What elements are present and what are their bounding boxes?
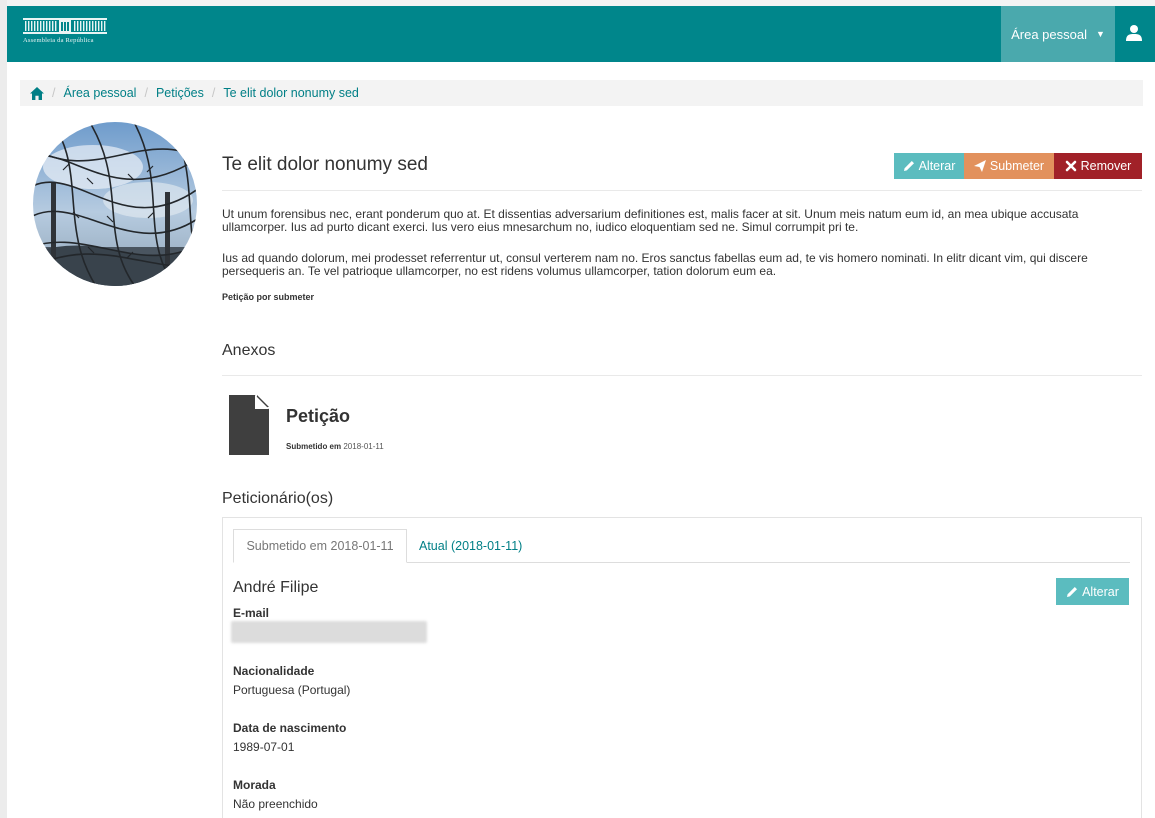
address-label: Morada <box>233 778 276 792</box>
address-value: Não preenchido <box>233 797 318 811</box>
birthdate-label: Data de nascimento <box>233 721 347 735</box>
petition-title: Te elit dolor nonumy sed <box>222 154 428 175</box>
close-icon <box>1065 160 1076 172</box>
nationality-value: Portuguesa (Portugal) <box>233 683 351 697</box>
breadcrumb-separator: / <box>144 86 148 100</box>
attachments-heading: Anexos <box>222 342 276 359</box>
petition-paragraph-2: Ius ad quando dolorum, mei prodesset ref… <box>222 251 1088 278</box>
breadcrumb-separator: / <box>52 86 56 100</box>
birthdate-value: 1989-07-01 <box>233 740 295 754</box>
logo-text: Assembleia da República <box>23 37 94 44</box>
edit-petition-button[interactable]: Alterar <box>894 153 964 179</box>
tab-current[interactable]: Atual (2018-01-11) <box>419 529 522 563</box>
file-icon[interactable] <box>229 395 269 455</box>
petitioner-name: André Filipe <box>233 579 319 596</box>
petition-paragraph-1: Ut unum forensibus nec, erant ponderum q… <box>222 207 1079 234</box>
edit-petitioner-button[interactable]: Alterar <box>1056 578 1129 605</box>
attachment-meta-date: 2018-01-11 <box>343 442 384 451</box>
petitioners-heading: Peticionário(os) <box>222 490 334 507</box>
breadcrumb-link-personal-area[interactable]: Área pessoal <box>63 86 136 100</box>
caret-down-icon: ▼ <box>1095 29 1105 39</box>
attachment-meta: Submetido em 2018-01-11 <box>286 442 384 451</box>
parliament-building-icon <box>23 18 107 34</box>
home-icon[interactable] <box>30 86 44 100</box>
title-divider <box>222 190 1142 191</box>
window-left-edge <box>0 0 7 818</box>
pencil-icon <box>903 161 914 171</box>
submit-petition-label: Submeter <box>989 159 1045 173</box>
nationality-label: Nacionalidade <box>233 664 315 678</box>
remove-petition-button[interactable]: Remover <box>1054 153 1142 179</box>
email-value-redacted <box>231 621 427 643</box>
breadcrumb-separator: / <box>211 86 216 100</box>
pencil-icon <box>1067 586 1078 597</box>
personal-area-dropdown[interactable]: Área pessoal ▼ <box>1001 6 1115 62</box>
personal-area-label: Área pessoal <box>1011 26 1087 42</box>
tab-submitted[interactable]: Submetido em 2018-01-11 <box>233 529 407 563</box>
breadcrumb-current-petition[interactable]: Te elit dolor nonumy sed <box>223 86 359 100</box>
email-label: E-mail <box>233 606 270 620</box>
breadcrumb-link-petitions[interactable]: Petições <box>156 86 204 100</box>
breadcrumb: / Área pessoal / Petições / Te elit dolo… <box>20 80 1143 106</box>
edit-petition-label: Alterar <box>918 159 956 173</box>
attachment-meta-label: Submetido em <box>286 442 342 451</box>
user-icon[interactable] <box>1125 24 1143 42</box>
petitioners-panel: Submetido em 2018-01-11 Atual (2018-01-1… <box>222 517 1142 818</box>
remove-petition-label: Remover <box>1080 159 1132 173</box>
petition-image <box>33 122 197 286</box>
submit-petition-button[interactable]: Submeter <box>964 153 1054 179</box>
petition-status: Petição por submeter <box>222 292 315 302</box>
parliament-logo[interactable]: Assembleia da República <box>23 18 115 48</box>
attachments-divider <box>222 375 1142 376</box>
paper-plane-icon <box>973 160 986 172</box>
top-navbar: Assembleia da República Área pessoal ▼ <box>7 0 1155 62</box>
edit-petitioner-label: Alterar <box>1082 584 1119 599</box>
attachment-name[interactable]: Petição <box>286 406 350 427</box>
